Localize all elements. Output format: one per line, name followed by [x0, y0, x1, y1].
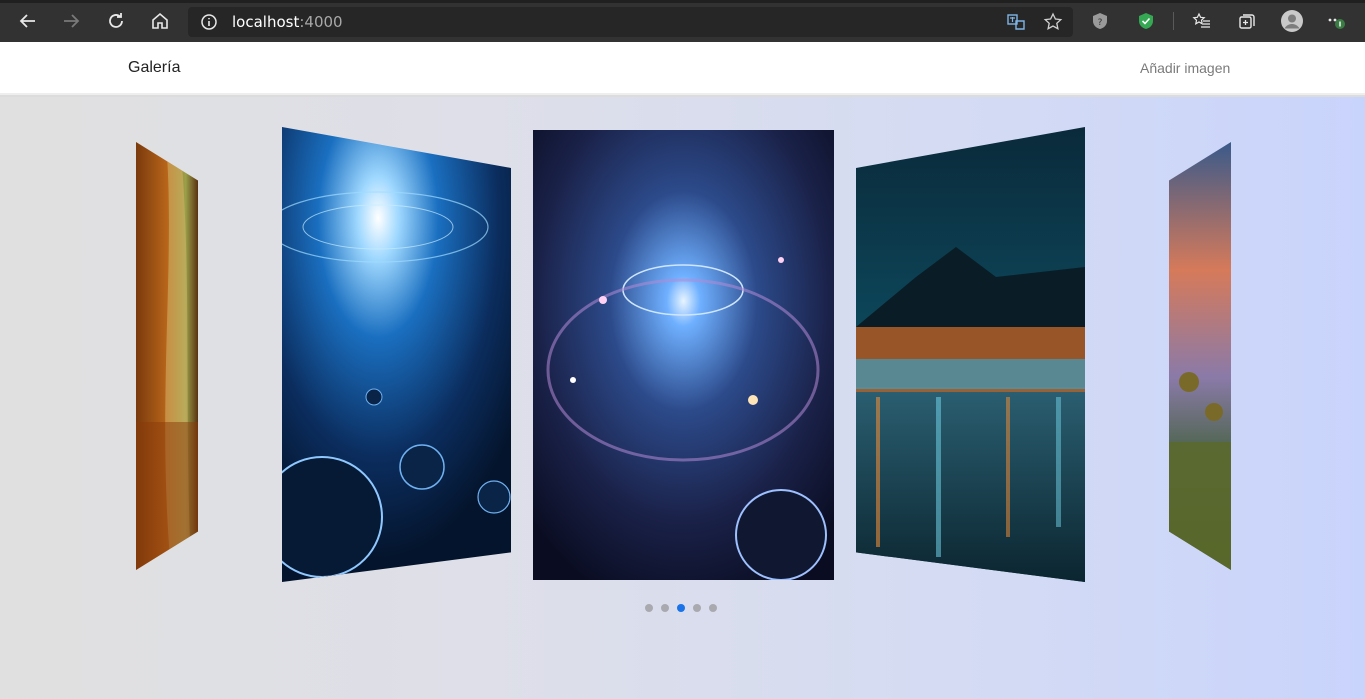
carousel-dot-2[interactable] — [661, 604, 669, 612]
back-arrow-icon[interactable] — [15, 8, 41, 34]
collections-icon[interactable] — [1234, 8, 1260, 34]
carousel-indicators — [645, 604, 717, 616]
gallery-carousel — [0, 97, 1365, 699]
slide-night-city-lake[interactable] — [856, 127, 1085, 582]
svg-text:?: ? — [1098, 18, 1103, 28]
info-icon[interactable] — [200, 13, 218, 36]
favorites-icon[interactable] — [1189, 8, 1215, 34]
brand-title[interactable]: Galería — [128, 59, 180, 77]
translate-icon[interactable] — [1006, 12, 1026, 37]
carousel-dot-4[interactable] — [693, 604, 701, 612]
forward-arrow-icon[interactable] — [58, 8, 84, 34]
home-icon[interactable] — [147, 8, 173, 34]
toolbar-separator — [1173, 12, 1174, 30]
app-navbar: Galería Añadir imagen — [0, 42, 1365, 95]
slide-sunset-sunflowers[interactable] — [1169, 142, 1231, 570]
carousel-dot-1[interactable] — [645, 604, 653, 612]
url-host: localhost — [232, 13, 300, 31]
url-port: :4000 — [299, 13, 343, 31]
carousel-dot-3[interactable] — [677, 604, 685, 612]
more-icon[interactable] — [1325, 8, 1351, 34]
tab-strip-edge — [0, 0, 1365, 3]
refresh-icon[interactable] — [103, 8, 129, 34]
slide-nebula-galaxy[interactable] — [533, 130, 834, 580]
carousel-dot-5[interactable] — [709, 604, 717, 612]
star-icon[interactable] — [1043, 12, 1063, 37]
profile-icon[interactable] — [1279, 8, 1305, 34]
slide-autumn-forest[interactable] — [136, 142, 198, 570]
url-text[interactable]: localhost:4000 — [232, 13, 343, 31]
add-image-link[interactable]: Añadir imagen — [1140, 60, 1230, 76]
slide-blue-galaxy[interactable] — [282, 127, 511, 582]
shield-icon[interactable]: ? — [1087, 8, 1113, 34]
browser-toolbar: localhost:4000 ? — [0, 0, 1365, 42]
address-bar[interactable]: localhost:4000 — [188, 7, 1073, 37]
shield-check-icon[interactable] — [1133, 8, 1159, 34]
